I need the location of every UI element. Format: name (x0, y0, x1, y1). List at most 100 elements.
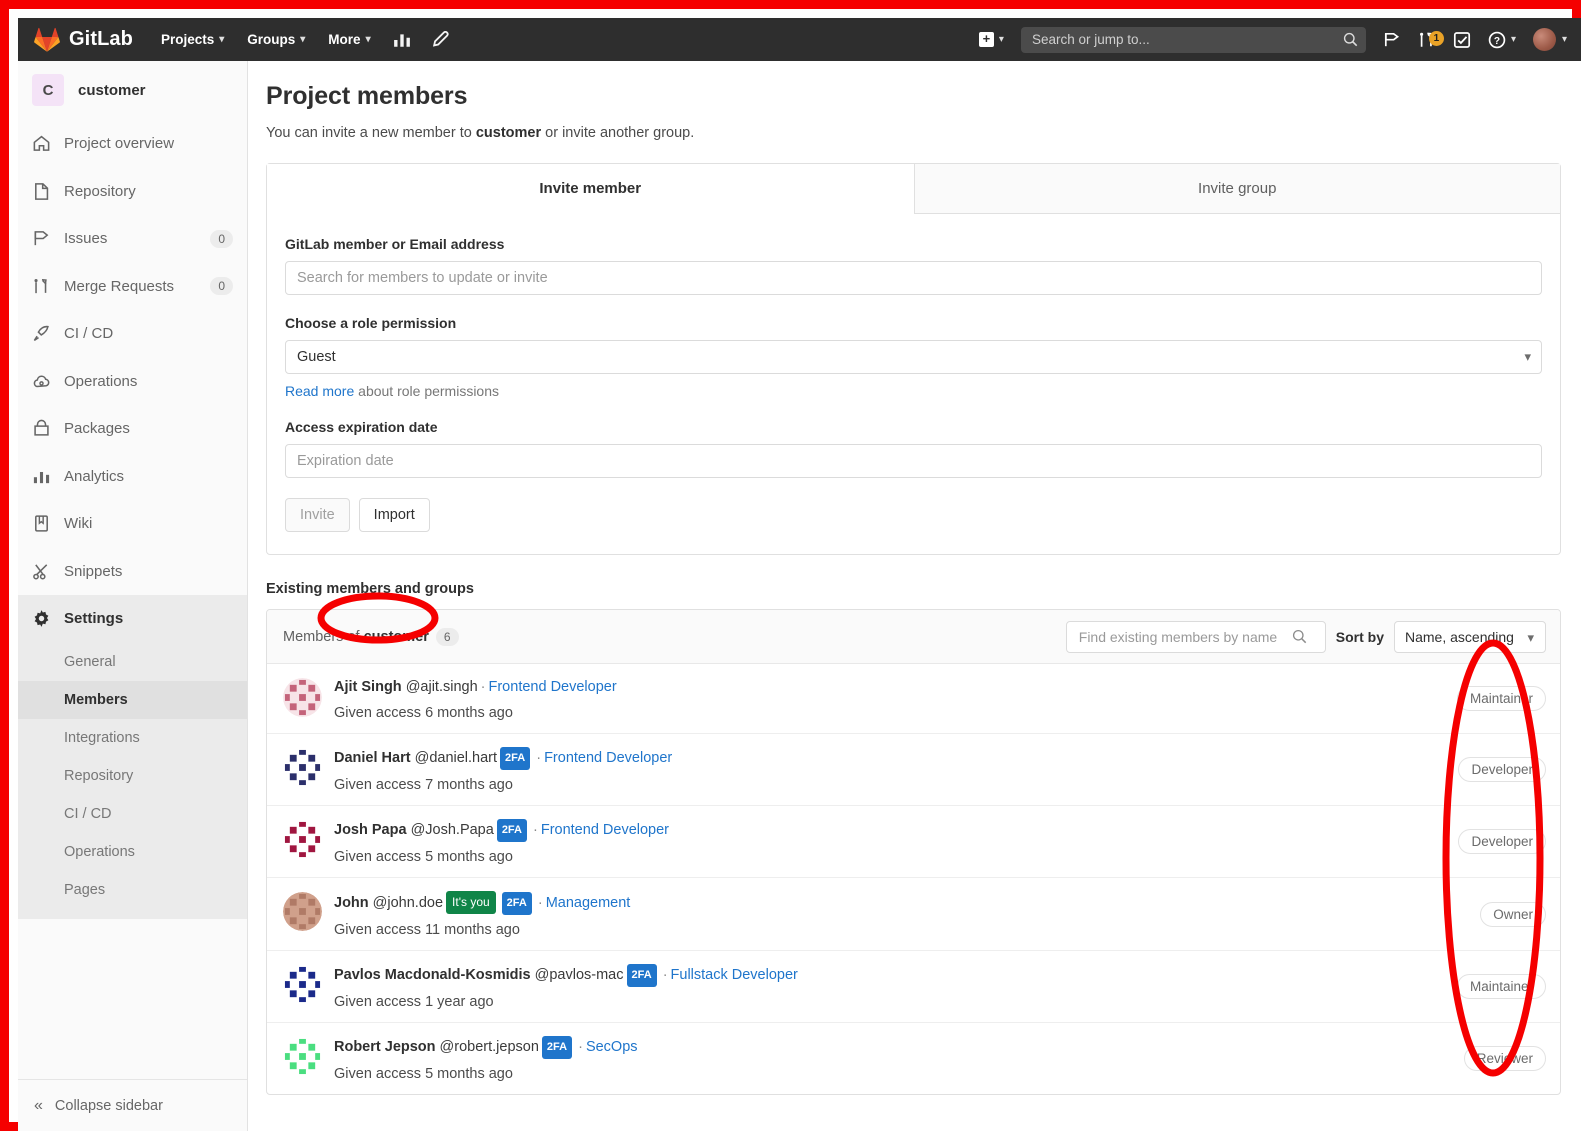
avatar (283, 892, 322, 931)
sidebar-subitem-pages[interactable]: Pages (18, 871, 247, 909)
sidebar-subitem-repository[interactable]: Repository (18, 757, 247, 795)
member-field-label: GitLab member or Email address (285, 236, 505, 252)
issues-icon (34, 231, 49, 246)
sidebar-subitem-label: CI / CD (64, 805, 112, 822)
tab-invite-group[interactable]: Invite group (913, 164, 1560, 214)
sidebar-item-label: CI / CD (64, 325, 114, 343)
nav-link-more[interactable]: More ▾ (328, 32, 370, 47)
sidebar-item-project-overview[interactable]: Project overview (18, 120, 247, 168)
invite-button[interactable]: Invite (285, 498, 350, 532)
member-role-pill[interactable]: Developer (1458, 829, 1546, 854)
member-name: Robert Jepson (334, 1039, 436, 1055)
member-search-input[interactable] (285, 261, 1542, 295)
user-menu-button[interactable]: ▾ (1532, 28, 1567, 51)
create-new-button[interactable]: + ▾ (978, 32, 1004, 47)
home-icon (33, 135, 50, 152)
member-headline: Ajit Singh @ajit.singh · Frontend Develope… (334, 677, 1457, 698)
role-hint-rest: about role permissions (354, 383, 500, 399)
table-row: Josh Papa @Josh.Papa 2FA · Frontend Develop… (267, 806, 1560, 878)
find-members-input[interactable] (1076, 627, 1292, 646)
member-job-title-link[interactable]: Frontend Developer (489, 679, 617, 695)
tab-invite-member[interactable]: Invite member (267, 164, 914, 214)
sidebar-item-wiki[interactable]: Wiki (18, 500, 247, 548)
avatar (283, 1037, 322, 1076)
member-job-title-link[interactable]: Fullstack Developer (671, 967, 798, 983)
gitlab-page: GitLab Projects ▾ Groups ▾ More ▾ + ▾ Se… (18, 18, 1581, 1131)
invite-form: GitLab member or Email address Choose a … (267, 214, 1560, 554)
members-card: Members of customer 6 Sort by Name, ascen… (266, 609, 1561, 1095)
sort-select-value: Name, ascending (1405, 628, 1514, 645)
member-handle: @Josh.Papa (410, 822, 494, 838)
member-handle: @daniel.hart (414, 750, 498, 766)
help-nav-button[interactable]: ? ▾ (1488, 31, 1516, 49)
two-factor-badge: 2FA (626, 964, 657, 987)
sort-by-label: Sort by (1335, 628, 1384, 645)
project-name: customer (78, 81, 146, 99)
sidebar-item-snippets[interactable]: Snippets (18, 548, 247, 596)
sidebar-subitem-ci-cd[interactable]: CI / CD (18, 795, 247, 833)
gitlab-brand[interactable]: GitLab (34, 27, 133, 52)
sidebar-subitem-operations[interactable]: Operations (18, 833, 247, 871)
sidebar-item-operations[interactable]: Operations (18, 358, 247, 406)
snippets-icon[interactable] (431, 30, 449, 49)
invite-card: Invite member Invite group GitLab member… (266, 163, 1561, 555)
member-name: Pavlos Macdonald-Kosmidis (334, 967, 531, 983)
member-role-pill[interactable]: Maintainer (1456, 686, 1546, 711)
collapse-sidebar-button[interactable]: « Collapse sidebar (18, 1079, 247, 1131)
expiration-date-input[interactable] (285, 444, 1542, 478)
sidebar-item-repository[interactable]: Repository (18, 168, 247, 216)
member-job-title-link[interactable]: Frontend Developer (544, 750, 672, 766)
member-role-pill[interactable]: Owner (1480, 901, 1546, 927)
sidebar-item-packages[interactable]: Packages (18, 405, 247, 453)
member-headline: Daniel Hart @daniel.hart 2FA · Frontend Dev… (334, 747, 1458, 770)
sidebar-item-settings[interactable]: Settings (18, 595, 247, 643)
sidebar-subitem-label: Operations (64, 843, 135, 860)
sidebar-project-header[interactable]: C customer (18, 61, 247, 120)
search-input[interactable] (1029, 31, 1330, 48)
sidebar-item-label: Snippets (64, 562, 123, 580)
existing-members-title: Existing members and groups (266, 581, 474, 597)
issues-nav-button[interactable] (1383, 31, 1401, 49)
nav-link-projects-label: Projects (160, 32, 215, 47)
member-info: Daniel Hart @daniel.hart 2FA · Frontend Dev… (334, 746, 1458, 793)
merge-requests-nav-button[interactable]: 1 (1418, 30, 1444, 49)
member-role-pill[interactable]: Developer (1458, 757, 1546, 782)
sidebar-item-issues[interactable]: Issues 0 (18, 215, 247, 263)
chevron-down-icon: ▾ (1524, 349, 1531, 364)
project-avatar: C (32, 74, 64, 106)
member-name: John (334, 895, 369, 911)
member-job-title-link[interactable]: Management (546, 895, 631, 911)
brand-name: GitLab (69, 28, 133, 50)
sidebar-subitem-label: Pages (64, 881, 106, 898)
sidebar-item-ci-cd[interactable]: CI / CD (18, 310, 247, 358)
collapse-sidebar-label: Collapse sidebar (54, 1097, 163, 1114)
import-button[interactable]: Import (358, 498, 430, 532)
nav-link-groups[interactable]: Groups ▾ (247, 32, 305, 47)
sidebar-item-merge-requests[interactable]: Merge Requests 0 (18, 263, 247, 311)
global-search[interactable] (1020, 26, 1366, 53)
member-info: Pavlos Macdonald-Kosmidis @pavlos-mac 2FA… (334, 963, 1457, 1010)
sidebar-subitem-members[interactable]: Members (18, 680, 247, 719)
sidebar-item-label: Settings (64, 610, 124, 628)
member-role-pill[interactable]: Maintainer (1456, 974, 1546, 999)
sidebar-subitem-general[interactable]: General (18, 643, 247, 681)
read-more-link[interactable]: Read more (285, 383, 354, 399)
member-access-date: Given access 5 months ago (334, 849, 513, 865)
issues-icon (1384, 32, 1399, 46)
sidebar-subitem-integrations[interactable]: Integrations (18, 719, 247, 757)
member-search-box[interactable] (1065, 620, 1326, 653)
sort-select[interactable]: Name, ascending ▾ (1394, 620, 1546, 653)
invite-actions: Invite Import (285, 498, 1542, 532)
nav-link-projects[interactable]: Projects ▾ (161, 32, 224, 47)
role-select[interactable]: Guest (285, 340, 1542, 374)
gitlab-logo-icon (34, 27, 60, 52)
todos-nav-button[interactable] (1453, 31, 1471, 49)
analytics-icon[interactable] (393, 31, 411, 49)
plus-icon: + (978, 32, 994, 47)
member-job-title-link[interactable]: SecOps (586, 1039, 638, 1055)
member-job-title-link[interactable]: Frontend Developer (541, 822, 669, 838)
double-chevron-left-icon: « (34, 1096, 43, 1114)
member-role-pill[interactable]: Reviewer (1463, 1046, 1546, 1071)
top-navbar: GitLab Projects ▾ Groups ▾ More ▾ + ▾ Se… (18, 18, 1581, 61)
sidebar-item-analytics[interactable]: Analytics (18, 453, 247, 501)
